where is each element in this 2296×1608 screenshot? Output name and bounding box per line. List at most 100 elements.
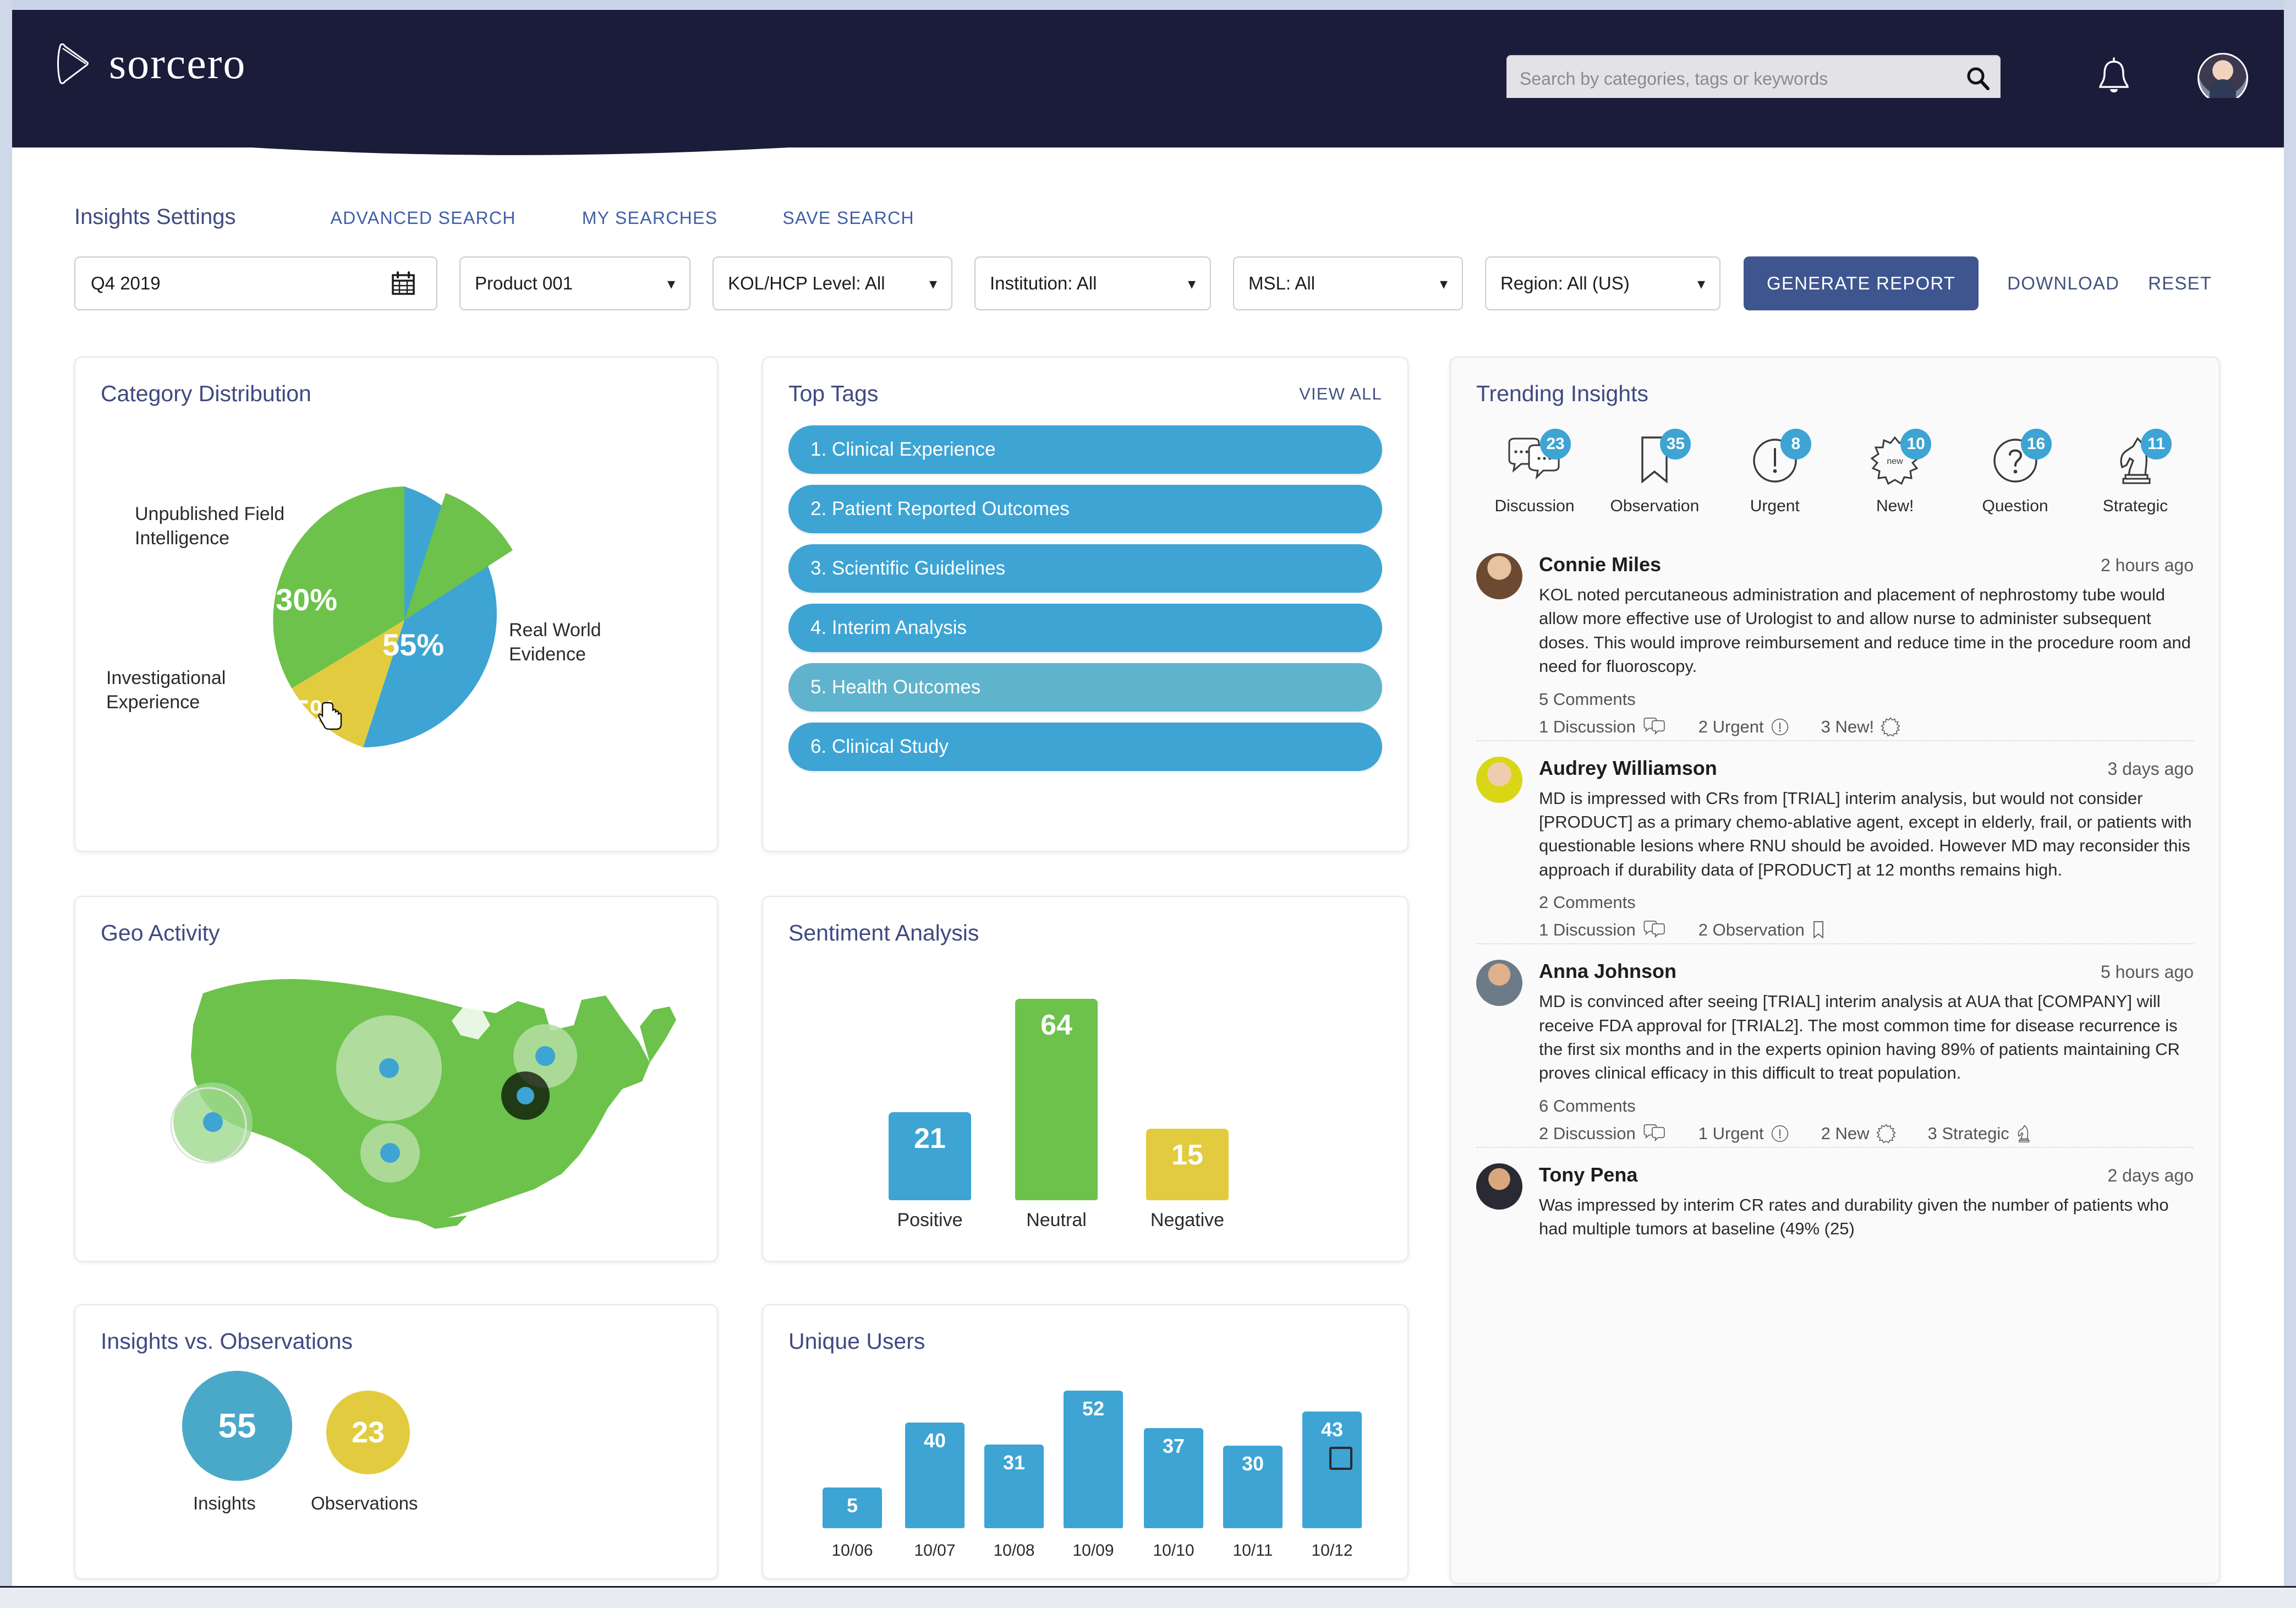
filter-kol-level[interactable]: KOL/HCP Level: All ▾ — [713, 256, 952, 310]
bar-value: 43 — [1320, 1418, 1344, 1441]
status-badge[interactable]: 2 Urgent — [1698, 717, 1789, 737]
brand-logo[interactable]: sorcero — [56, 42, 246, 86]
bar-value: 15 — [1171, 1139, 1203, 1171]
status-badge[interactable]: 1 Discussion — [1539, 920, 1667, 940]
comment-count[interactable]: 6 Comments — [1539, 1096, 2194, 1116]
list-item[interactable]: 2. Patient Reported Outcomes — [788, 485, 1382, 533]
badge-count: 35 — [1660, 429, 1691, 460]
filter-msl-value: MSL: All — [1248, 273, 1316, 293]
comment-count[interactable]: 2 Comments — [1539, 893, 2194, 912]
notifications-bell-icon[interactable] — [2095, 56, 2133, 100]
trending-filter-question[interactable]: 16 Question — [1961, 429, 2069, 516]
list-item[interactable]: 6. Clinical Study — [788, 723, 1382, 771]
bar-group[interactable]: 37 10/10 — [1144, 1428, 1203, 1560]
window-chrome-right — [2284, 0, 2296, 1608]
calendar-icon[interactable] — [390, 270, 417, 297]
global-search[interactable] — [1506, 55, 2001, 102]
map-marker — [517, 1087, 534, 1104]
bar-label: 10/07 — [914, 1541, 956, 1560]
filter-region-value: Region: All (US) — [1500, 273, 1630, 293]
date-range-input[interactable]: Q4 2019 — [74, 256, 437, 310]
bar-value: 37 — [1162, 1435, 1185, 1457]
pie-value-real-world-evidence: 55% — [382, 627, 445, 662]
list-item[interactable]: 1. Clinical Experience — [788, 425, 1382, 474]
list-item[interactable]: 4. Interim Analysis — [788, 604, 1382, 652]
status-badge-label: 2 Observation — [1698, 920, 1805, 940]
window-chrome-bottom — [0, 1586, 2296, 1608]
trending-filter-observation[interactable]: 35 Observation — [1601, 429, 1708, 516]
search-icon[interactable] — [1965, 66, 1991, 91]
status-badge[interactable]: 3 New! — [1821, 717, 1900, 737]
chevron-down-icon: ▾ — [1697, 275, 1705, 292]
list-item[interactable]: Audrey Williamson 3 days ago MD is impre… — [1476, 740, 2194, 944]
trending-filter-new[interactable]: new 10 New! — [1841, 429, 1949, 516]
card-title: Unique Users — [788, 1328, 925, 1354]
bar-group-positive[interactable]: 21 Positive — [889, 1112, 971, 1230]
bubble-label-observations: Observations — [311, 1493, 418, 1513]
my-searches-link[interactable]: MY SEARCHES — [582, 208, 718, 228]
filter-institution[interactable]: Institution: All ▾ — [974, 256, 1211, 310]
trending-filter-discussion[interactable]: 23 Discussion — [1481, 429, 1588, 516]
badge-count: 10 — [1900, 429, 1932, 460]
list-item[interactable]: 3. Scientific Guidelines — [788, 544, 1382, 593]
map-marker — [380, 1143, 400, 1163]
exclamation-icon — [1771, 1125, 1788, 1142]
status-badge[interactable]: 2 New — [1821, 1124, 1896, 1144]
chart-toggle-checkbox[interactable] — [1329, 1447, 1352, 1470]
us-map-svg[interactable] — [111, 943, 699, 1229]
trending-filter-strategic[interactable]: 11 Strategic — [2081, 429, 2189, 516]
status-badge[interactable]: 2 Observation — [1698, 920, 1826, 940]
bar-label: 10/09 — [1072, 1541, 1114, 1560]
insight-text: Was impressed by interim CR rates and du… — [1539, 1195, 2169, 1239]
filter-product[interactable]: Product 001 ▾ — [459, 256, 691, 310]
starburst-new-icon — [1876, 1123, 1896, 1144]
status-badge[interactable]: 2 Discussion — [1539, 1124, 1667, 1144]
user-avatar[interactable] — [2198, 53, 2248, 103]
bar-label: Positive — [897, 1210, 963, 1230]
list-item[interactable]: Tony Pena 2 days ago Was impressed by in… — [1476, 1146, 2194, 1244]
bar-label: 10/12 — [1311, 1541, 1353, 1560]
comment-count[interactable]: 5 Comments — [1539, 690, 2194, 709]
reset-link[interactable]: RESET — [2148, 273, 2212, 294]
avatar — [1476, 553, 1522, 599]
discussion-icon — [1643, 1124, 1665, 1142]
bar-group-negative[interactable]: 15 Negative — [1146, 1129, 1229, 1230]
generate-report-button[interactable]: GENERATE REPORT — [1744, 256, 1979, 310]
us-map[interactable] — [101, 946, 692, 1232]
bar-group[interactable]: 31 10/08 — [984, 1445, 1044, 1560]
pie-chart[interactable]: Unpublished Field Intelligence Investiga… — [101, 407, 692, 825]
card-title: Top Tags — [788, 381, 879, 406]
insight-text: MD is impressed with CRs from [TRIAL] in… — [1539, 788, 2192, 879]
bar-group[interactable]: 5 10/06 — [823, 1487, 882, 1560]
bar-group[interactable]: 30 10/11 — [1223, 1446, 1283, 1560]
trending-filter-urgent[interactable]: 8 Urgent — [1721, 429, 1829, 516]
trending-filter-label: Strategic — [2102, 497, 2168, 515]
avatar — [1476, 1163, 1522, 1210]
bar-group[interactable]: 43 10/12 — [1302, 1412, 1362, 1560]
advanced-search-link[interactable]: ADVANCED SEARCH — [331, 208, 516, 228]
list-item[interactable]: Connie Miles 2 hours ago KOL noted percu… — [1476, 538, 2194, 740]
status-badge[interactable]: 1 Discussion — [1539, 717, 1667, 737]
bar-group-neutral[interactable]: 64 Neutral — [1015, 999, 1098, 1230]
card-top-tags: Top Tags VIEW ALL 1. Clinical Experience… — [762, 357, 1409, 852]
bar-label: 10/08 — [993, 1541, 1035, 1560]
save-search-link[interactable]: SAVE SEARCH — [782, 208, 914, 228]
filter-region[interactable]: Region: All (US) ▾ — [1485, 256, 1720, 310]
insights-settings-bar: Insights Settings ADVANCED SEARCH MY SEA… — [74, 205, 2220, 310]
filter-msl[interactable]: MSL: All ▾ — [1233, 256, 1463, 310]
bar-group[interactable]: 52 10/09 — [1064, 1391, 1123, 1560]
bar-group[interactable]: 40 10/07 — [905, 1423, 965, 1560]
map-marker — [379, 1058, 399, 1078]
map-marker — [535, 1046, 555, 1066]
list-item[interactable]: Anna Johnson 5 hours ago MD is convinced… — [1476, 943, 2194, 1147]
list-item[interactable]: 5. Health Outcomes — [788, 663, 1382, 712]
timestamp: 2 days ago — [2107, 1165, 2194, 1185]
card-title: Insights vs. Observations — [101, 1328, 353, 1354]
bubble-observations[interactable]: 23 — [326, 1391, 410, 1474]
status-badge[interactable]: 1 Urgent — [1698, 1124, 1789, 1144]
download-link[interactable]: DOWNLOAD — [2007, 273, 2119, 294]
search-input[interactable] — [1520, 68, 1965, 89]
bubble-insights[interactable]: 55 — [182, 1371, 292, 1481]
view-all-link[interactable]: VIEW ALL — [1299, 384, 1382, 404]
status-badge[interactable]: 3 Strategic — [1928, 1124, 2031, 1144]
